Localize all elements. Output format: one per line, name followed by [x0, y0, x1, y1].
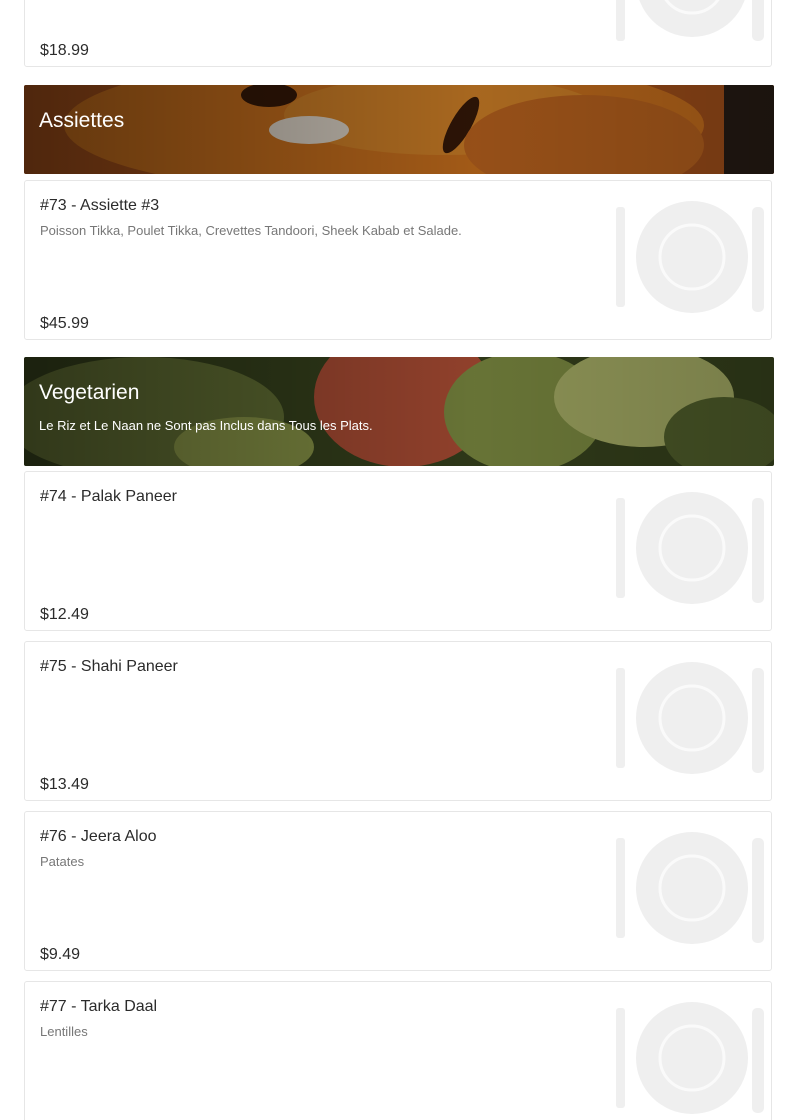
plate-cutlery-icon [616, 662, 764, 774]
item-price: $45.99 [40, 315, 89, 332]
item-name: #73 - Assiette #3 [40, 197, 160, 214]
menu-item-card[interactable]: #77 - Tarka Daal Lentilles [24, 981, 772, 1120]
section-subtitle: Le Riz et Le Naan ne Sont pas Inclus dan… [39, 418, 373, 433]
section-banner-vegetarien: Vegetarien Le Riz et Le Naan ne Sont pas… [24, 357, 774, 466]
item-price: $18.99 [40, 42, 89, 59]
item-price: $12.49 [40, 606, 89, 623]
menu-item-card[interactable]: #75 - Shahi Paneer $13.49 [24, 641, 772, 801]
item-name: #74 - Palak Paneer [40, 488, 177, 505]
item-description: Patates [40, 854, 85, 869]
item-name: #75 - Shahi Paneer [40, 658, 178, 675]
plate-cutlery-icon [616, 0, 764, 41]
item-description: Poisson Tikka, Poulet Tikka, Crevettes T… [40, 223, 462, 238]
menu-item-card[interactable]: #73 - Assiette #3 Poisson Tikka, Poulet … [24, 180, 772, 340]
item-price: $13.49 [40, 776, 89, 793]
item-description: Lentilles [40, 1024, 88, 1039]
plate-cutlery-icon [616, 1002, 764, 1114]
section-banner-assiettes: Assiettes [24, 85, 774, 174]
item-price: $9.49 [40, 946, 81, 963]
plate-cutlery-icon [616, 832, 764, 944]
plate-cutlery-icon [616, 201, 764, 313]
plate-cutlery-icon [616, 492, 764, 604]
menu-item-card[interactable]: #74 - Palak Paneer $12.49 [24, 471, 772, 631]
item-name: #76 - Jeera Aloo [40, 828, 157, 845]
item-name: #77 - Tarka Daal [40, 998, 158, 1015]
menu-item-card[interactable]: $18.99 [24, 0, 772, 67]
section-title: Assiettes [39, 109, 125, 132]
menu-item-card[interactable]: #76 - Jeera Aloo Patates $9.49 [24, 811, 772, 971]
section-title: Vegetarien [39, 381, 140, 404]
